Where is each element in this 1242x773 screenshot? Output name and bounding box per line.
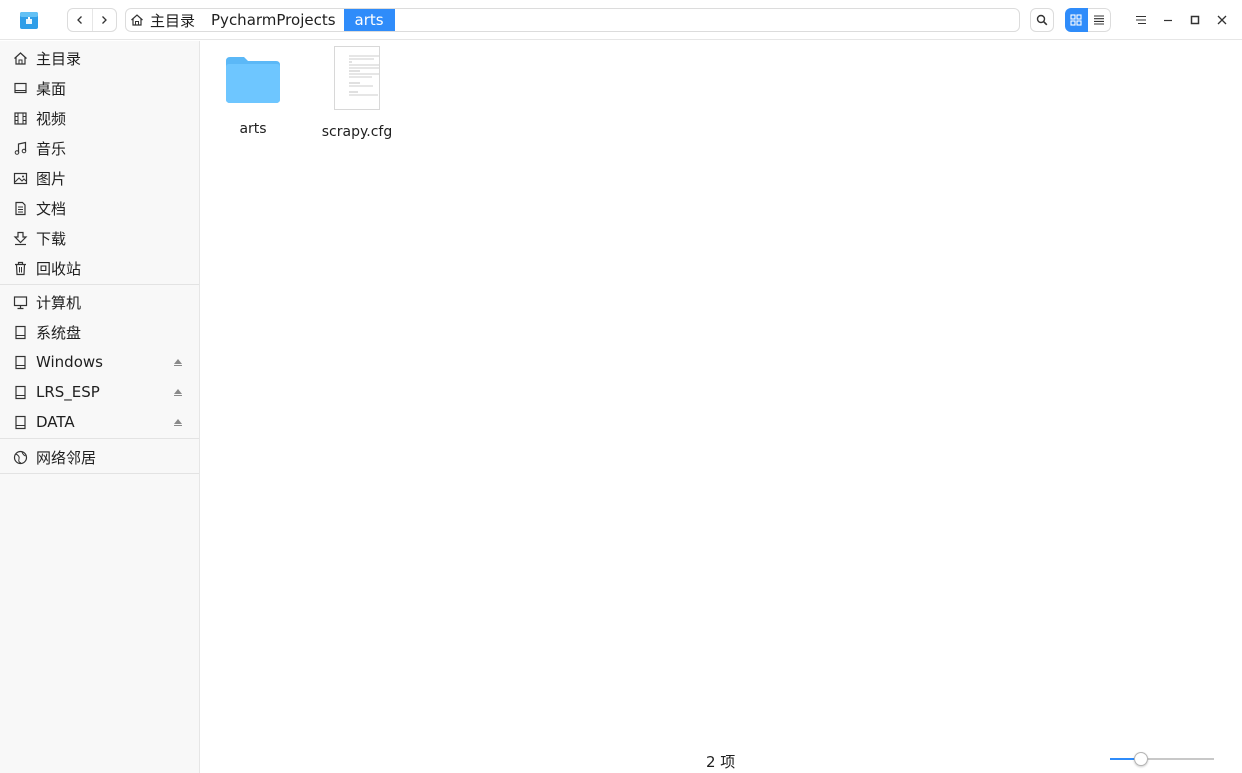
minimize-button[interactable] [1158,10,1178,30]
chevron-left-icon [76,16,82,24]
disk-icon [12,324,28,340]
file-view[interactable]: arts scrapy.cfg [201,41,1242,773]
main-menu-button[interactable] [1131,10,1151,30]
breadcrumb-address-area[interactable] [395,9,1019,31]
search-button[interactable] [1030,8,1054,32]
breadcrumb-item-label: PycharmProjects [211,11,336,29]
sidebar-item-label: Windows [36,353,103,371]
maximize-button[interactable] [1185,10,1205,30]
maximize-icon [1190,15,1200,25]
sidebar-item-computer[interactable]: 计算机 [0,287,199,317]
sidebar-item-label: DATA [36,413,75,431]
sidebar-item-windows[interactable]: Windows [0,347,199,377]
breadcrumb-item-label: arts [354,11,384,29]
icon-size-slider[interactable] [1110,750,1214,768]
trash-icon [12,260,28,276]
title-bar: 主目录 PycharmProjects arts [0,0,1242,40]
text-file-thumbnail [334,46,380,110]
sidebar-item-label: 系统盘 [36,323,82,342]
file-name: scrapy.cfg [321,124,393,140]
sidebar-item-system-disk[interactable]: 系统盘 [0,317,199,347]
document-icon [12,200,28,216]
sidebar-item-pictures[interactable]: 图片 [0,163,199,193]
minimize-icon [1164,19,1172,22]
search-icon [1036,14,1048,26]
breadcrumb-home-label: 主目录 [150,11,196,30]
sidebar-item-label: LRS_ESP [36,383,100,401]
list-icon [1093,15,1104,25]
sidebar-item-videos[interactable]: 视频 [0,103,199,133]
sidebar-item-label: 下载 [36,229,67,248]
video-icon [12,110,28,126]
sidebar-item-label: 图片 [36,169,67,188]
sidebar-item-label: 音乐 [36,139,67,158]
navigation-buttons [67,8,117,32]
chevron-right-icon [102,16,108,24]
menu-icon [1136,15,1146,25]
sidebar-item-home[interactable]: 主目录 [0,43,199,73]
sidebar-item-music[interactable]: 音乐 [0,133,199,163]
grid-icon [1070,14,1082,26]
disk-icon [12,414,28,430]
breadcrumb-item-pycharmprojects[interactable]: PycharmProjects [203,9,344,31]
sidebar-item-trash[interactable]: 回收站 [0,253,199,283]
sidebar-item-lrs-esp[interactable]: LRS_ESP [0,377,199,407]
icon-view-button[interactable] [1065,8,1088,32]
sidebar-item-documents[interactable]: 文档 [0,193,199,223]
sidebar-item-label: 回收站 [36,259,82,278]
close-button[interactable] [1212,10,1232,30]
breadcrumb[interactable]: 主目录 PycharmProjects arts [125,8,1020,32]
sidebar-item-label: 视频 [36,109,67,128]
desktop-icon [12,80,28,96]
sidebar-item-label: 桌面 [36,79,67,98]
file-name: arts [239,121,267,137]
list-view-button[interactable] [1087,8,1111,32]
eject-icon[interactable] [173,358,183,366]
computer-icon [12,294,28,310]
disk-icon [12,354,28,370]
view-mode-toggle [1065,8,1111,32]
eject-icon[interactable] [173,418,183,426]
sidebar-divider [0,438,199,439]
sidebar-divider [0,473,199,474]
music-icon [12,140,28,156]
folder-icon [226,57,280,103]
picture-icon [12,170,28,186]
close-icon [1217,15,1227,25]
sidebar-item-label: 计算机 [36,293,82,312]
home-icon [12,50,28,66]
breadcrumb-item-arts[interactable]: arts [343,9,395,31]
file-manager-app-icon [20,12,38,29]
download-icon [12,230,28,246]
file-item-document[interactable]: scrapy.cfg [312,46,402,140]
sidebar-item-desktop[interactable]: 桌面 [0,73,199,103]
sidebar: 主目录 桌面 视频 音乐 图片 文档 下载 回收站 计算机 系统盘 Window… [0,41,200,773]
file-item-folder[interactable]: arts [208,51,298,137]
forward-button[interactable] [91,9,117,31]
slider-handle[interactable] [1134,752,1148,766]
sidebar-item-label: 主目录 [36,49,82,68]
back-button[interactable] [68,9,92,31]
sidebar-item-downloads[interactable]: 下载 [0,223,199,253]
home-icon [131,14,143,26]
sidebar-item-data[interactable]: DATA [0,407,199,437]
item-count-status: 2 项 [706,753,736,771]
network-icon [12,449,28,465]
sidebar-divider [0,284,199,285]
disk-icon [12,384,28,400]
breadcrumb-home[interactable]: 主目录 [126,9,203,31]
eject-icon[interactable] [173,388,183,396]
sidebar-item-label: 网络邻居 [36,448,97,467]
sidebar-item-label: 文档 [36,199,67,218]
sidebar-item-network[interactable]: 网络邻居 [0,442,199,472]
